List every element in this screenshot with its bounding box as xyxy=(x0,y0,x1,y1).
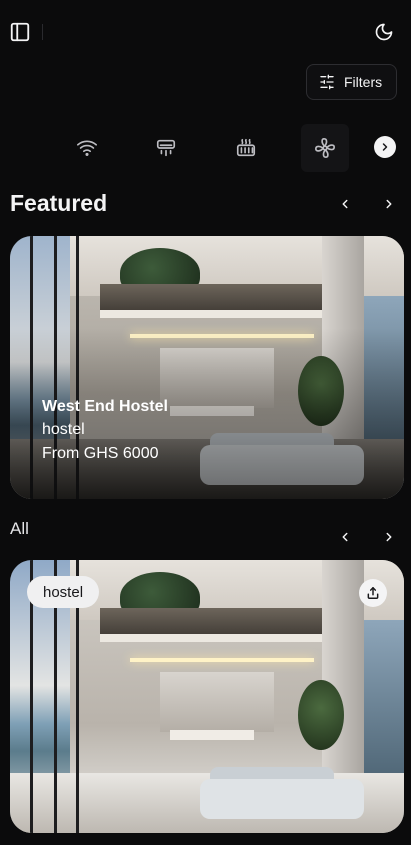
featured-next-button[interactable] xyxy=(379,194,399,214)
featured-hostel-card[interactable]: West End Hostel hostel From GHS 6000 xyxy=(10,236,404,499)
fan-icon xyxy=(315,138,335,158)
listing-card[interactable]: hostel xyxy=(10,560,404,833)
amenity-heater[interactable] xyxy=(222,124,270,172)
all-next-button[interactable] xyxy=(379,527,399,547)
amenity-wifi[interactable] xyxy=(63,124,111,172)
amenities-next-button[interactable] xyxy=(374,136,396,158)
chevron-left-icon xyxy=(342,199,348,209)
share-icon xyxy=(367,587,379,599)
hostel-name: West End Hostel xyxy=(42,398,168,415)
amenity-filter-strip xyxy=(0,120,411,172)
chevron-right-icon xyxy=(386,199,392,209)
hostel-price: From GHS 6000 xyxy=(42,445,159,462)
amenity-air-conditioner[interactable] xyxy=(142,124,190,172)
sidebar-toggle-icon xyxy=(10,22,30,42)
theme-toggle-button[interactable] xyxy=(372,20,396,44)
air-conditioner-icon xyxy=(156,139,176,157)
share-button[interactable] xyxy=(359,579,387,607)
chevron-left-icon xyxy=(342,532,348,542)
featured-heading: Featured xyxy=(10,190,108,216)
filters-button[interactable]: Filters xyxy=(306,64,397,100)
wifi-icon xyxy=(77,140,97,156)
sliders-icon xyxy=(320,74,334,90)
chevron-right-icon xyxy=(382,143,388,151)
chevron-right-icon xyxy=(386,532,392,542)
moon-icon xyxy=(375,23,393,41)
featured-card-info: West End Hostel hostel From GHS 6000 xyxy=(42,398,168,463)
all-heading: All xyxy=(10,519,29,538)
heater-icon xyxy=(236,138,256,157)
all-prev-button[interactable] xyxy=(335,527,355,547)
filters-label: Filters xyxy=(344,74,383,90)
amenity-fan[interactable] xyxy=(301,124,349,172)
header-divider xyxy=(42,24,43,40)
top-bar xyxy=(0,0,411,64)
listing-type-badge: hostel xyxy=(27,576,100,608)
hostel-type: hostel xyxy=(42,421,85,438)
sidebar-toggle-button[interactable] xyxy=(8,20,32,44)
featured-prev-button[interactable] xyxy=(335,194,355,214)
